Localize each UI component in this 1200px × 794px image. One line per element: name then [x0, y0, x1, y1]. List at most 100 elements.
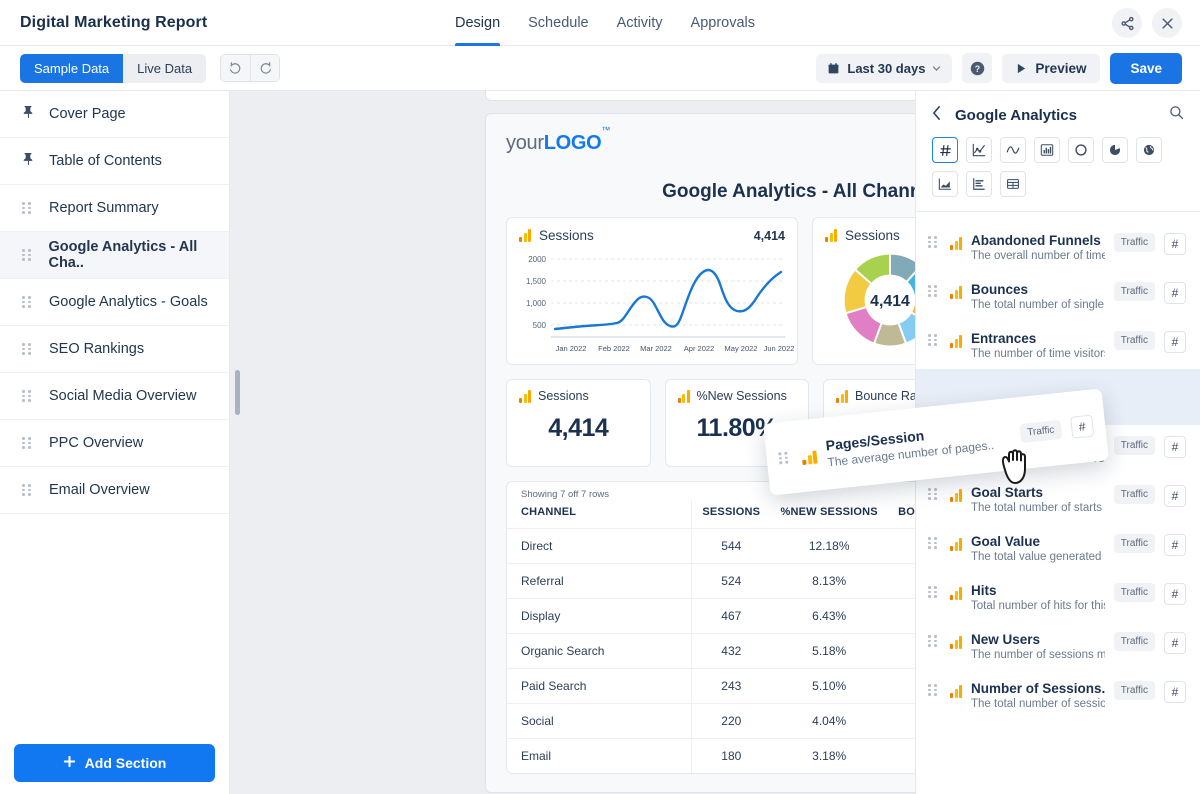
drag-handle-icon[interactable] — [22, 249, 34, 261]
date-range-picker[interactable]: Last 30 days — [816, 54, 952, 83]
status-badge: Traffic — [1114, 534, 1155, 553]
list-item[interactable]: New Users The number of sessions m.. Tra… — [916, 621, 1200, 670]
cell-bounce-rate: 56.12% — [888, 529, 915, 564]
preview-button[interactable]: Preview — [1002, 54, 1100, 83]
sidebar-item-cover-page[interactable]: Cover Page — [0, 91, 229, 138]
spline-chart-icon[interactable] — [1000, 137, 1026, 163]
horizontal-bar-icon[interactable] — [966, 171, 992, 197]
number-widget-icon[interactable]: # — [1164, 282, 1186, 304]
charts-row: Sessions 4,414 — [506, 217, 915, 365]
list-item[interactable]: Hits Total number of hits for this.. Tra… — [916, 572, 1200, 621]
sidebar-item-email-overview[interactable]: Email Overview — [0, 467, 229, 514]
drag-handle-icon[interactable] — [928, 537, 941, 549]
share-button[interactable] — [1112, 8, 1142, 38]
drag-handle-icon[interactable] — [22, 343, 35, 355]
line-chart-icon[interactable] — [966, 137, 992, 163]
close-button[interactable] — [1152, 8, 1182, 38]
number-widget-icon[interactable]: # — [1164, 233, 1186, 255]
geo-map-icon[interactable] — [1136, 137, 1162, 163]
table-header-row: CHANNEL SESSIONS %NEW SESSIONS BOUNCE RA… — [507, 500, 915, 529]
kpi-sessions[interactable]: Sessions 4,414 — [506, 379, 651, 467]
pie-chart-icon[interactable] — [1102, 137, 1128, 163]
column-header-sessions[interactable]: SESSIONS — [692, 500, 771, 529]
drag-handle-icon[interactable] — [22, 202, 35, 214]
metric-text: Hits Total number of hits for this.. — [971, 583, 1105, 612]
table-icon[interactable] — [1000, 171, 1026, 197]
drag-handle-icon[interactable] — [928, 285, 941, 297]
sidebar-item-seo-rankings[interactable]: SEO Rankings — [0, 326, 229, 373]
cell-sessions: 524 — [692, 564, 771, 599]
undo-button[interactable] — [221, 55, 250, 81]
save-button[interactable]: Save — [1110, 53, 1182, 84]
tab-approvals[interactable]: Approvals — [691, 0, 755, 46]
drag-handle-icon[interactable] — [778, 451, 792, 464]
column-header-channel[interactable]: CHANNEL — [507, 500, 692, 529]
line-chart-header: Sessions 4,414 — [507, 218, 797, 245]
area-chart-icon[interactable] — [932, 171, 958, 197]
sidebar-item-google-analytics-goals[interactable]: Google Analytics - Goals — [0, 279, 229, 326]
list-item[interactable]: Abandoned Funnels The overall number of … — [916, 222, 1200, 271]
sidebar-item-ppc-overview[interactable]: PPC Overview — [0, 420, 229, 467]
add-section-button[interactable]: Add Section — [14, 744, 215, 782]
number-widget-icon[interactable] — [932, 137, 958, 163]
sessions-line-chart-card[interactable]: Sessions 4,414 — [506, 217, 798, 365]
drag-handle-icon[interactable] — [22, 437, 35, 449]
list-item[interactable]: Number of Sessions.. The total number of… — [916, 670, 1200, 719]
list-item[interactable]: Bounces The total number of single.. Tra… — [916, 271, 1200, 320]
sidebar-item-social-media-overview[interactable]: Social Media Overview — [0, 373, 229, 420]
google-analytics-icon — [950, 683, 962, 698]
number-widget-icon[interactable]: # — [1164, 485, 1186, 507]
number-widget-icon[interactable]: # — [1164, 534, 1186, 556]
drag-handle-icon[interactable] — [928, 586, 941, 598]
redo-button[interactable] — [250, 55, 279, 81]
list-item[interactable]: Entrances The number of time visitors.. … — [916, 320, 1200, 369]
drag-handle-icon[interactable] — [928, 635, 941, 647]
drag-handle-icon[interactable] — [928, 684, 941, 696]
sidebar-item-report-summary[interactable]: Report Summary — [0, 185, 229, 232]
date-range-label: Last 30 days — [847, 61, 925, 76]
sidebar-item-google-analytics-all-channels[interactable]: Google Analytics - All Cha.. — [0, 232, 229, 279]
drag-handle-icon[interactable] — [22, 484, 35, 496]
drag-handle-icon[interactable] — [928, 488, 941, 500]
number-widget-icon[interactable]: # — [1070, 415, 1094, 439]
cell-new-sessions: 8.13% — [770, 564, 888, 599]
number-widget-icon[interactable]: # — [1164, 681, 1186, 703]
sample-data-button[interactable]: Sample Data — [20, 54, 123, 83]
cell-channel: Email — [507, 739, 692, 774]
number-widget-icon[interactable]: # — [1164, 632, 1186, 654]
tab-activity[interactable]: Activity — [617, 0, 663, 46]
tab-schedule[interactable]: Schedule — [528, 0, 588, 46]
search-icon[interactable] — [1169, 105, 1184, 125]
table-row: Referral 524 8.13% 40.83% 3.21 — [507, 564, 915, 599]
list-item[interactable]: Goal Value The total value generated Tra… — [916, 523, 1200, 572]
list-item[interactable]: Goal Starts The total number of starts f… — [916, 474, 1200, 523]
sessions-donut-plot: 4,414 — [829, 239, 915, 361]
column-header-new-sessions[interactable]: %NEW SESSIONS — [770, 500, 888, 529]
live-data-button[interactable]: Live Data — [123, 54, 206, 83]
drag-handle-icon[interactable] — [22, 390, 35, 402]
google-analytics-icon — [678, 390, 690, 403]
bar-chart-icon[interactable] — [1034, 137, 1060, 163]
top-header-bar: Digital Marketing Report Design Schedule… — [0, 0, 1200, 46]
report-logo: yourLOGO™ — [506, 132, 610, 155]
donut-chart-icon[interactable] — [1068, 137, 1094, 163]
tab-design[interactable]: Design — [455, 0, 500, 46]
channels-table-card[interactable]: Showing 7 off 7 rows CHANNEL SESSIONS %N… — [506, 481, 915, 774]
canvas-scrollbar[interactable] — [235, 370, 240, 415]
column-header-bounce-rate[interactable]: BOUNCE RATE — [888, 500, 915, 529]
drag-handle-icon[interactable] — [928, 334, 941, 346]
channels-table: CHANNEL SESSIONS %NEW SESSIONS BOUNCE RA… — [507, 500, 915, 773]
sessions-donut-chart-card[interactable]: Sessions — [812, 217, 915, 365]
help-button[interactable]: ? — [962, 53, 992, 83]
drag-handle-icon[interactable] — [928, 236, 941, 248]
number-widget-icon[interactable]: # — [1164, 436, 1186, 458]
number-widget-icon[interactable]: # — [1164, 331, 1186, 353]
sidebar-item-label: Cover Page — [49, 106, 126, 122]
status-badge: Traffic — [1114, 331, 1155, 350]
chevron-left-icon[interactable] — [932, 106, 941, 125]
play-icon — [1016, 63, 1027, 74]
metrics-list[interactable]: Abandoned Funnels The overall number of … — [916, 222, 1200, 794]
number-widget-icon[interactable]: # — [1164, 583, 1186, 605]
sidebar-item-table-of-contents[interactable]: Table of Contents — [0, 138, 229, 185]
drag-handle-icon[interactable] — [22, 296, 35, 308]
